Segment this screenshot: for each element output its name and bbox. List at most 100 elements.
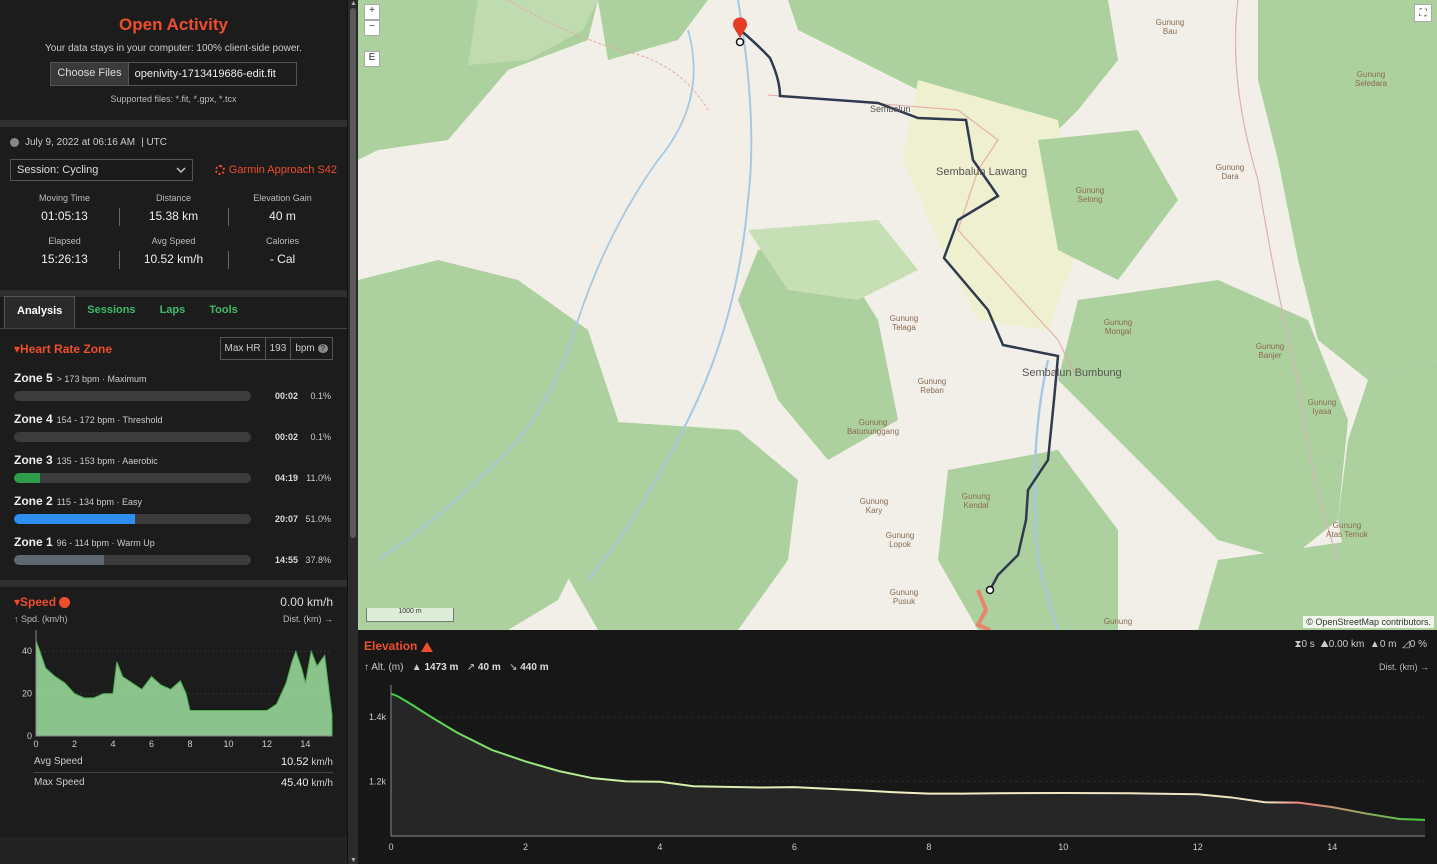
help-icon[interactable]: ? (317, 344, 328, 353)
stat-elapsed: Elapsed 15:26:13 (10, 236, 119, 266)
stat-value: 40 m (269, 209, 296, 223)
peak-label: Gunung Telaga (889, 314, 919, 332)
avg-speed-label: Avg Speed (34, 756, 83, 767)
x-tick-label: 14 (1327, 842, 1337, 852)
tab-laps[interactable]: Laps (148, 296, 198, 328)
zone-percent: 0.1% (310, 391, 331, 401)
max-hr-control: Max HR 193 bpm ? (219, 337, 333, 360)
stat-avg-speed: Avg Speed 10.52 km/h (119, 236, 228, 269)
speed-toggle[interactable]: ▾Speed (14, 595, 71, 609)
speed-section: ▾Speed 0.00 km/h ↑ Spd. (km/h) Dist. (km… (0, 587, 347, 837)
x-tick-label: 4 (657, 842, 662, 852)
scrollbar-thumb[interactable] (350, 8, 356, 538)
zone-time: 20:07 (274, 514, 298, 524)
bpm-unit: bpm (295, 343, 315, 354)
activity-date: July 9, 2022 at 06:16 AM (25, 137, 136, 148)
stats-grid: Moving Time 01:05:13 Distance 15.38 km Ele… (10, 193, 337, 269)
divider (0, 120, 347, 127)
peak-label: Gunung Reban (917, 377, 947, 395)
hr-zone: Zone 3 135 - 153 bpm · Aaerobic 04:19 11.… (14, 451, 333, 483)
map-view[interactable]: + − E ⛶ Sembalun Lawang Sembalun Bumbung… (358, 0, 1437, 630)
elevation-area (391, 693, 1425, 836)
zoom-in-button[interactable]: + (364, 4, 380, 20)
peak-label: Gunung Kary (859, 497, 889, 515)
x-tick-label: 10 (1058, 842, 1068, 852)
zone-name: Zone 5 (14, 371, 53, 385)
app-title: Open Activity (119, 15, 228, 34)
x-tick-label: 14 (300, 739, 310, 749)
zone-percent: 51.0% (305, 514, 331, 524)
speed-y-label: ↑ Spd. (km/h) (14, 614, 68, 624)
max-hr-unit: bpm ? (291, 338, 332, 359)
max-hr-input[interactable]: 193 (266, 338, 292, 359)
layers-button[interactable]: E (364, 51, 380, 67)
chevron-down-icon (176, 167, 186, 173)
map-attribution[interactable]: © OpenStreetMap contributors. (1303, 616, 1434, 628)
fullscreen-icon[interactable]: ⛶ (1414, 4, 1432, 22)
zone-range: 154 - 172 bpm · Threshold (56, 415, 163, 425)
y-tick-label: 1.2k (369, 776, 387, 786)
peak-label: Gunung Dara (1215, 163, 1245, 181)
peak-label: Gunung Banjer (1255, 342, 1285, 360)
x-tick-label: 6 (792, 842, 797, 852)
app-root: Open Activity Your data stays in your co… (0, 0, 1437, 864)
current-speed: 0.00 km/h (280, 595, 333, 609)
zone-name: Zone 2 (14, 494, 53, 508)
x-tick-label: 4 (110, 739, 115, 749)
max-speed-label: Max Speed (34, 777, 85, 788)
zone-time: 04:19 (274, 473, 298, 483)
zone-time: 14:55 (274, 555, 298, 565)
x-tick-label: 8 (187, 739, 192, 749)
tab-sessions[interactable]: Sessions (75, 296, 147, 328)
peak-label: Gunung Mongal (1103, 318, 1133, 336)
peak-label: Gunung Seledara (1354, 70, 1388, 88)
choose-files-button[interactable]: Choose Files (50, 62, 129, 86)
speed-title: Speed (20, 595, 57, 609)
stat-distance: Distance 15.38 km (119, 193, 228, 226)
tagline: Your data stays in your computer: 100% c… (45, 43, 302, 54)
hr-zone: Zone 5 > 173 bpm · Maximum 00:02 0.1% (14, 369, 333, 401)
zoom-out-button[interactable]: − (364, 20, 380, 36)
peak-label: Gunung Selong (1075, 186, 1105, 204)
session-select[interactable]: Session: Cycling (10, 159, 193, 181)
zone-name: Zone 1 (14, 535, 53, 549)
x-tick-label: 10 (223, 739, 233, 749)
peak-label: Gunung Pusuk (889, 588, 919, 606)
peak-label: Gunung Lopok (885, 531, 915, 549)
zone-bar (14, 432, 251, 442)
file-name: openivity-1713419686-edit.fit (128, 62, 297, 86)
supported-files: Supported files: *.fit, *.gpx, *.tcx (110, 94, 237, 104)
x-tick-label: 12 (262, 739, 272, 749)
zone-bar-fill (14, 473, 41, 483)
stat-value: 15.38 km (148, 209, 199, 223)
activity-overview: July 9, 2022 at 06:16 AM | UTC Session: … (0, 127, 347, 290)
town-label: Sembalun Lawang (936, 166, 1028, 178)
left-panel-scrollbar[interactable]: ▲ ▼ (347, 0, 358, 864)
heart-rate-section: ▾Heart Rate Zone Max HR 193 bpm ? Zone 5… (0, 329, 347, 580)
stat-label: Avg Speed (151, 236, 196, 246)
tab-tools[interactable]: Tools (197, 296, 250, 328)
zone-time: 00:02 (274, 391, 298, 401)
town-label: Sembalun (870, 104, 911, 114)
tab-analysis[interactable]: Analysis (4, 296, 76, 328)
speed-chart[interactable]: 0 20 40 0 2 4 6 8 10 12 14 (14, 624, 334, 752)
zone-bar (14, 391, 251, 401)
zone-range: 135 - 153 bpm · Aaerobic (56, 456, 158, 466)
stat-label: Calories (265, 236, 299, 246)
file-picker[interactable]: Choose Files openivity-1713419686-edit.f… (0, 62, 347, 86)
speedometer-icon (59, 597, 71, 609)
elevation-chart[interactable]: 1.2k 1.4k 0 2 4 6 8 10 12 14 (358, 630, 1437, 864)
x-tick-label: 12 (1193, 842, 1203, 852)
avg-speed-unit: km/h (311, 757, 333, 768)
zone-range: 115 - 134 bpm · Easy (56, 497, 143, 507)
town-label: Sembalun Bumbung (1022, 367, 1122, 379)
stat-elevation-gain: Elevation Gain 40 m (228, 193, 337, 226)
hr-zone: Zone 1 96 - 114 bpm · Warm Up 14:55 37.8% (14, 533, 333, 565)
peak-label: Gunung Atas Temuk (1326, 521, 1368, 539)
stat-label: Elevation Gain (253, 193, 312, 203)
clock-icon (10, 138, 19, 147)
left-panel: Open Activity Your data stays in your co… (0, 0, 347, 864)
heart-rate-toggle[interactable]: ▾Heart Rate Zone (14, 342, 112, 356)
device-gear-icon (214, 165, 225, 175)
elevation-panel: Elevation ⧗0 s ⛰0.00 km ▲0 m ◿0 % ↑ Alt.… (358, 630, 1437, 864)
